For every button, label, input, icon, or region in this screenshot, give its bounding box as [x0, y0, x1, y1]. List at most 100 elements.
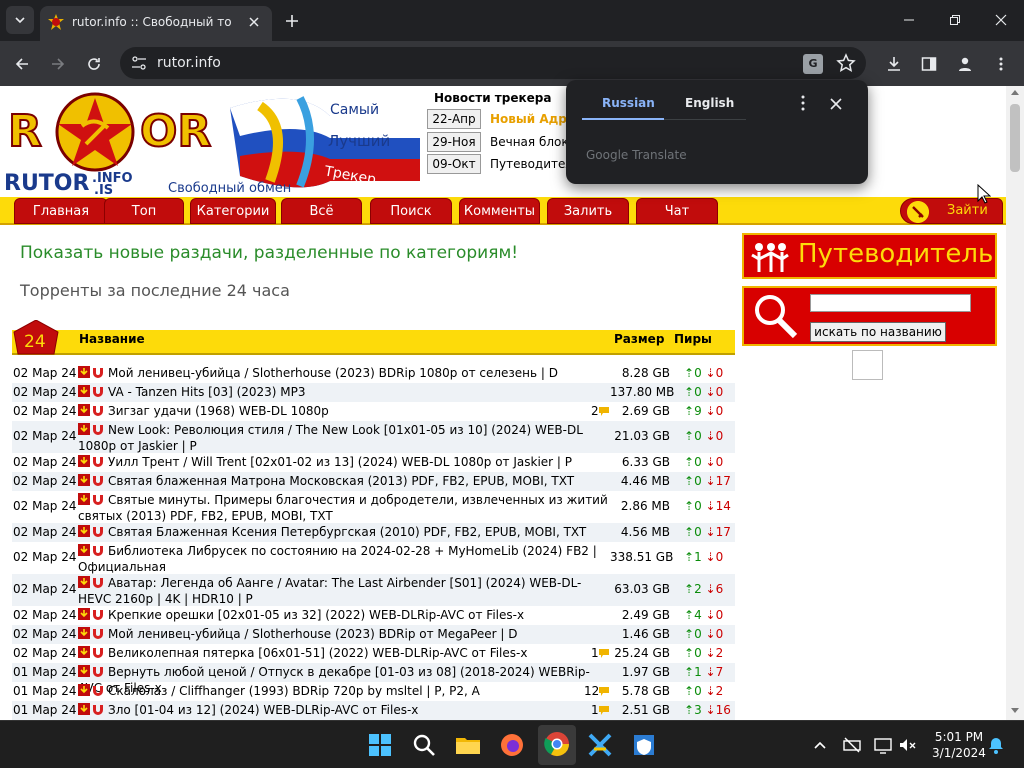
- torrent-title-link[interactable]: Зигзаг удачи (1968) WEB-DL 1080p: [78, 403, 608, 419]
- table-row[interactable]: 01 Мар 24 Зло [01-04 из 12] (2024) WEB-DL…: [12, 701, 735, 720]
- back-button[interactable]: [9, 51, 35, 77]
- scroll-thumb[interactable]: [1010, 104, 1020, 172]
- news-link[interactable]: Новый Адрес: [490, 112, 570, 126]
- col-size[interactable]: Размер: [614, 332, 664, 346]
- menu-item-chat[interactable]: Чат: [636, 198, 718, 224]
- tab-search-button[interactable]: [6, 6, 34, 34]
- new-tab-icon[interactable]: [280, 9, 304, 33]
- row-size: 2.69 GB: [621, 403, 670, 418]
- profile-button[interactable]: [952, 51, 978, 77]
- news-link[interactable]: Вечная блокировка: [490, 135, 570, 149]
- firefox-icon[interactable]: [496, 729, 528, 761]
- torrent-title-link[interactable]: Уилл Трент / Will Trent [02x01-02 из 13]…: [78, 454, 608, 470]
- leechers-count: 6: [715, 582, 724, 596]
- menu-item-search[interactable]: Поиск: [370, 198, 452, 224]
- tab-rutor[interactable]: rutor.info :: Свободный торрент трекер: [40, 6, 272, 41]
- torrent-title-link[interactable]: New Look: Революция стиля / The New Look…: [78, 422, 608, 454]
- table-row[interactable]: 01 Мар 24 Скалолаз / Cliffhanger (1993) B…: [12, 682, 735, 701]
- menu-item-top[interactable]: Топ: [104, 198, 184, 224]
- windows-start-icon[interactable]: [364, 729, 396, 761]
- col-name[interactable]: Название: [79, 332, 145, 346]
- minimize-button[interactable]: [886, 0, 932, 41]
- torrent-title-link[interactable]: VA - Tanzen Hits [03] (2023) MP3: [78, 384, 608, 400]
- table-row[interactable]: 02 Мар 24 Святая Блаженная Ксения Петербу…: [12, 523, 735, 542]
- display-icon[interactable]: [873, 735, 893, 755]
- taskbar: 5:01 PM 3/1/2024: [0, 720, 1024, 768]
- lang-english-tab[interactable]: English: [685, 96, 734, 110]
- lang-russian-tab[interactable]: Russian: [602, 96, 655, 110]
- table-row[interactable]: 02 Мар 24 Уилл Трент / Will Trent [02x01-…: [12, 453, 735, 472]
- close-icon[interactable]: [828, 96, 844, 112]
- torrent-title-link[interactable]: Мой ленивец-убийца / Slotherhouse (2023)…: [78, 626, 608, 642]
- torrent-title-link[interactable]: Зло [01-04 из 12] (2024) WEB-DLRip-AVC о…: [78, 702, 608, 718]
- address-bar[interactable]: rutor.info G: [120, 47, 866, 79]
- table-row[interactable]: 02 Мар 24 Святые минуты. Примеры благочес…: [12, 491, 735, 523]
- table-row[interactable]: 02 Мар 24 Зигзаг удачи (1968) WEB-DL 1080…: [12, 402, 735, 421]
- file-explorer-icon[interactable]: [452, 729, 484, 761]
- chrome-active-bg[interactable]: [538, 725, 576, 765]
- reload-button[interactable]: [81, 51, 107, 77]
- menu-button[interactable]: [988, 51, 1014, 77]
- notification-bell-icon[interactable]: [986, 735, 1006, 755]
- table-row[interactable]: 02 Мар 24 Мой ленивец-убийца / Slotherhou…: [12, 364, 735, 383]
- torrent-title-link[interactable]: Мой ленивец-убийца / Slotherhouse (2023)…: [78, 365, 608, 381]
- site-logo[interactable]: R OR RUTOR .INFO .IS Самый Лучший Трекер…: [0, 86, 425, 196]
- site-info-icon[interactable]: [130, 55, 148, 71]
- search-button[interactable]: искать по названию: [810, 322, 946, 342]
- search-input[interactable]: [810, 294, 971, 312]
- table-row[interactable]: 02 Мар 24 Библиотека Либрусек по состояни…: [12, 542, 735, 574]
- x-app-icon[interactable]: [584, 729, 616, 761]
- page-scrollbar[interactable]: [1006, 86, 1024, 720]
- scroll-down-arrow[interactable]: [1011, 708, 1019, 713]
- menu-item-categories[interactable]: Категории: [190, 198, 276, 224]
- table-row[interactable]: 02 Мар 24 Мой ленивец-убийца / Slotherhou…: [12, 625, 735, 644]
- torrent-title-link[interactable]: Скалолаз / Cliffhanger (1993) BDRip 720p…: [78, 683, 608, 699]
- translate-icon[interactable]: G: [803, 54, 823, 74]
- news-heading: Новости трекера: [434, 91, 552, 105]
- table-row[interactable]: 02 Мар 24 Святая блаженная Матрона Москов…: [12, 472, 735, 491]
- menu-item-upload[interactable]: Залить: [547, 198, 629, 224]
- comments-count[interactable]: 1: [591, 703, 613, 717]
- table-row[interactable]: 02 Мар 24 Аватар: Легенда об Аанге / Avat…: [12, 574, 735, 606]
- menu-item-comments[interactable]: Комменты: [459, 198, 540, 224]
- bookmark-star-icon[interactable]: [836, 53, 856, 73]
- side-panel-button[interactable]: [916, 51, 942, 77]
- category-promo-link[interactable]: Показать новые раздачи, разделенные по к…: [20, 243, 518, 263]
- downloads-button[interactable]: [881, 51, 907, 77]
- table-row[interactable]: 02 Мар 24 Крепкие орешки [02x01-05 из 32]…: [12, 606, 735, 625]
- scroll-up-arrow[interactable]: [1011, 90, 1019, 95]
- comments-count[interactable]: 12: [584, 684, 610, 698]
- translate-popup: Russian English Google Translate: [566, 80, 868, 184]
- guide-banner[interactable]: Путеводитель: [742, 233, 997, 279]
- news-link[interactable]: Путеводитель: [490, 157, 570, 171]
- search-icon[interactable]: [408, 729, 440, 761]
- maximize-button[interactable]: [932, 0, 978, 41]
- comments-count[interactable]: 1: [591, 646, 613, 660]
- table-row[interactable]: 01 Мар 24 Вернуть любой ценой / Отпуск в …: [12, 663, 735, 695]
- col-peers[interactable]: Пиры: [674, 332, 712, 346]
- torrent-title-link[interactable]: Святые минуты. Примеры благочестия и доб…: [78, 492, 608, 524]
- system-clock[interactable]: 5:01 PM 3/1/2024: [927, 729, 991, 761]
- volume-mute-icon[interactable]: [897, 735, 917, 755]
- torrent-title-link[interactable]: Великолепная пятерка [06x01-51] (2022) W…: [78, 645, 608, 661]
- torrent-title-link[interactable]: Святая Блаженная Ксения Петербургская (2…: [78, 524, 608, 540]
- torrent-title-link[interactable]: Крепкие орешки [02x01-05 из 32] (2022) W…: [78, 607, 608, 623]
- table-row[interactable]: 02 Мар 24 VA - Tanzen Hits [03] (2023) MP…: [12, 383, 735, 402]
- chevron-up-icon[interactable]: [810, 735, 830, 755]
- table-row[interactable]: 02 Мар 24 Великолепная пятерка [06x01-51]…: [12, 644, 735, 663]
- torrent-title-link[interactable]: Библиотека Либрусек по состоянию на 2024…: [78, 543, 608, 575]
- torrent-title-link[interactable]: Святая блаженная Матрона Московская (201…: [78, 473, 608, 489]
- table-row[interactable]: 02 Мар 24 New Look: Революция стиля / The…: [12, 421, 735, 453]
- url-text[interactable]: rutor.info: [157, 55, 221, 71]
- network-off-icon[interactable]: [842, 735, 862, 755]
- menu-item-home[interactable]: Главная: [14, 198, 108, 224]
- torrent-title-link[interactable]: Аватар: Легенда об Аанге / Avatar: The L…: [78, 575, 608, 607]
- forward-button[interactable]: [45, 51, 71, 77]
- close-window-button[interactable]: [978, 0, 1024, 41]
- comments-count[interactable]: 2: [591, 404, 613, 418]
- menu-item-all[interactable]: Всё: [281, 198, 362, 224]
- security-shield-icon[interactable]: [628, 729, 660, 761]
- row-peers: ⇡0 ⇣2: [684, 684, 723, 698]
- close-icon[interactable]: [244, 12, 264, 32]
- more-vertical-icon[interactable]: [796, 94, 810, 112]
